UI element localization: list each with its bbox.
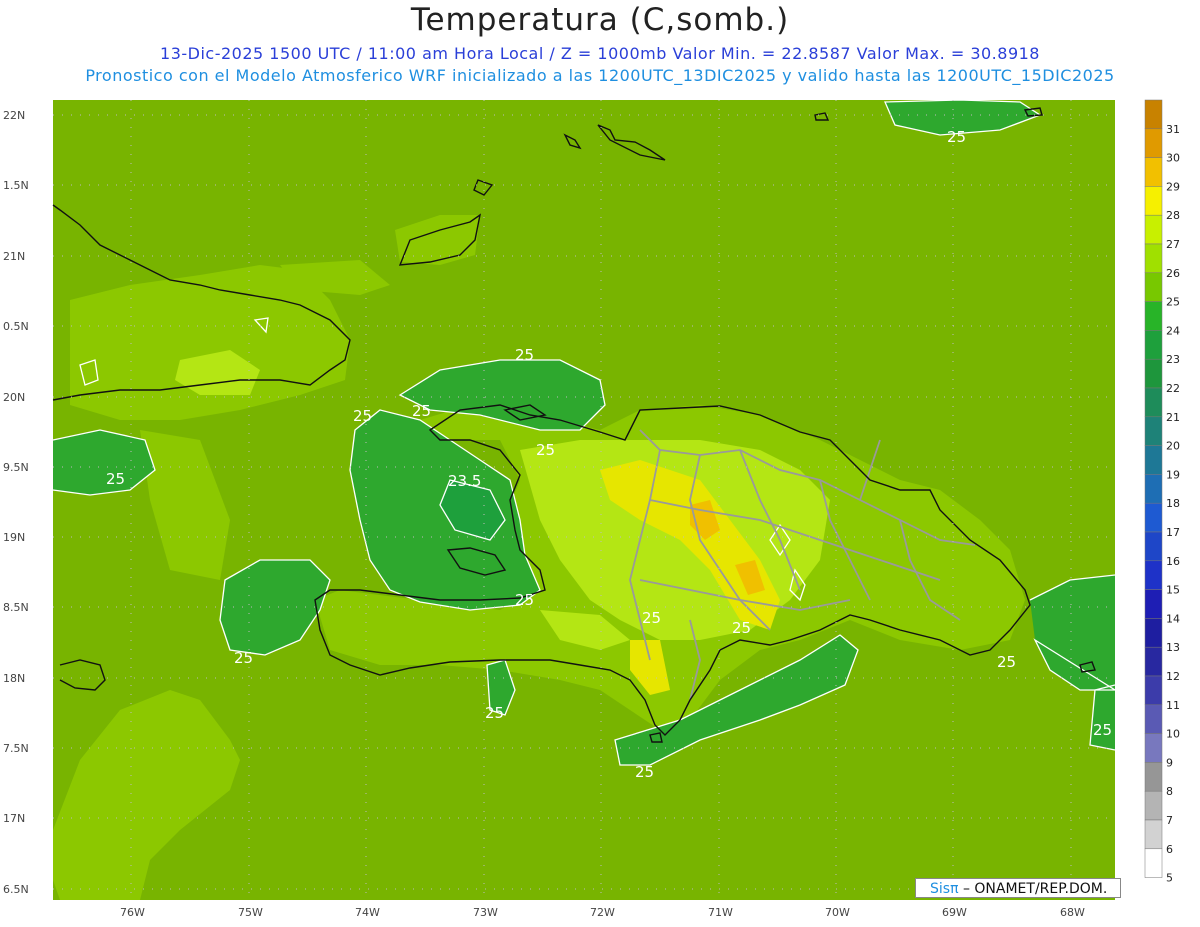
colorbar-label: 20 (1166, 440, 1180, 453)
colorbar-label: 6 (1166, 843, 1173, 856)
contour-label: 25 (106, 470, 125, 488)
colorbar-swatch (1144, 301, 1163, 331)
contour-label: 25 (947, 128, 966, 146)
colorbar-swatch (1144, 589, 1163, 619)
lat-label: 6.5N (3, 883, 29, 896)
colorbar-label: 21 (1166, 411, 1180, 424)
colorbar-label: 22 (1166, 382, 1180, 395)
colorbar-swatch (1144, 416, 1163, 446)
contour-label: 25 (536, 441, 555, 459)
colorbar-swatch (1144, 157, 1163, 187)
colorbar-swatch (1144, 99, 1163, 130)
lon-label: 71W (708, 906, 733, 919)
lat-label: 9.5N (3, 461, 29, 474)
colorbar-label: 11 (1166, 699, 1180, 712)
lon-label: 76W (120, 906, 145, 919)
lon-label: 69W (942, 906, 967, 919)
lon-label: 74W (355, 906, 380, 919)
colorbar-swatch (1144, 214, 1163, 245)
colorbar-label: 14 (1166, 612, 1180, 625)
contour-label: 25 (515, 346, 534, 364)
lon-label: 73W (473, 906, 498, 919)
lon-label: 75W (238, 906, 263, 919)
colorbar-swatch (1144, 387, 1163, 418)
colorbar-label: 31 (1166, 123, 1180, 136)
lat-label: 1.5N (3, 179, 29, 192)
colorbar-swatch (1144, 733, 1163, 763)
colorbar-label: 24 (1166, 324, 1180, 337)
lat-label: 21N (3, 250, 25, 263)
colorbar-swatch (1144, 704, 1163, 734)
colorbar-label: 16 (1166, 555, 1180, 568)
colorbar-swatch (1144, 445, 1163, 475)
contour-label: 25 (485, 704, 504, 722)
lat-label: 0.5N (3, 320, 29, 333)
colorbar-label: 18 (1166, 497, 1180, 510)
lon-label: 68W (1060, 906, 1085, 919)
colorbar-swatch (1144, 358, 1163, 389)
colorbar-label: 13 (1166, 641, 1180, 654)
lat-label: 22N (3, 109, 25, 122)
colorbar-swatch (1144, 560, 1163, 590)
contour-label: 25 (234, 649, 253, 667)
colorbar-swatch (1144, 790, 1163, 821)
lat-label: 8.5N (3, 601, 29, 614)
contour-label: 25 (515, 591, 534, 609)
temperature-map: 25 25 25 25 23.5 25 25 25 25 25 25 25 25… (3, 99, 1180, 919)
colorbar-swatch (1144, 243, 1163, 274)
colorbar-label: 15 (1166, 584, 1180, 597)
colorbar-swatch (1144, 128, 1163, 158)
colorbar-swatch (1144, 186, 1163, 216)
plot-area: 25 25 25 25 23.5 25 25 25 25 25 25 25 25… (52, 99, 1118, 900)
lon-label: 70W (825, 906, 850, 919)
colorbar-label: 25 (1166, 296, 1180, 309)
lon-label: 72W (590, 906, 615, 919)
colorbar-swatch (1144, 474, 1163, 504)
contour-label: 25 (635, 763, 654, 781)
lat-label: 19N (3, 531, 25, 544)
contour-label: 23.5 (448, 472, 481, 490)
contour-label: 25 (412, 402, 431, 420)
contour-label: 25 (1093, 721, 1112, 739)
contour-label: 25 (642, 609, 661, 627)
colorbar-label: 5 (1166, 872, 1173, 885)
credit-text: – ONAMET/REP.DOM. (962, 881, 1108, 897)
colorbar-swatch (1144, 848, 1163, 878)
contour-label: 25 (997, 653, 1016, 671)
contour-label: 25 (732, 619, 751, 637)
colorbar-label: 7 (1166, 814, 1173, 827)
lat-label: 7.5N (3, 742, 29, 755)
colorbar-label: 27 (1166, 238, 1180, 251)
sispi-logo: Sisπ (930, 881, 959, 897)
colorbar-swatch (1144, 618, 1163, 648)
credit-box: Sisπ – ONAMET/REP.DOM. (915, 878, 1121, 898)
colorbar: 31 30 29 28 27 26 25 24 23 22 21 20 19 18 17 16 15 14 13 12… (1144, 99, 1180, 885)
colorbar-label: 9 (1166, 756, 1173, 769)
colorbar-label: 28 (1166, 209, 1180, 222)
colorbar-swatch (1144, 502, 1163, 533)
colorbar-swatch (1144, 675, 1163, 706)
colorbar-swatch (1144, 330, 1163, 360)
colorbar-label: 17 (1166, 526, 1180, 539)
colorbar-swatch (1144, 272, 1163, 302)
lat-label: 18N (3, 672, 25, 685)
colorbar-label: 19 (1166, 468, 1180, 481)
lat-label: 20N (3, 391, 25, 404)
lat-label: 17N (3, 812, 25, 825)
colorbar-label: 26 (1166, 267, 1180, 280)
colorbar-label: 8 (1166, 785, 1173, 798)
colorbar-label: 23 (1166, 353, 1180, 366)
colorbar-swatch (1144, 819, 1163, 850)
colorbar-swatch (1144, 762, 1163, 792)
colorbar-swatch (1144, 646, 1163, 677)
colorbar-label: 30 (1166, 152, 1180, 165)
colorbar-label: 12 (1166, 670, 1180, 683)
colorbar-label: 29 (1166, 180, 1180, 193)
colorbar-swatch (1144, 531, 1163, 562)
contour-label: 25 (353, 407, 372, 425)
colorbar-label: 10 (1166, 728, 1180, 741)
